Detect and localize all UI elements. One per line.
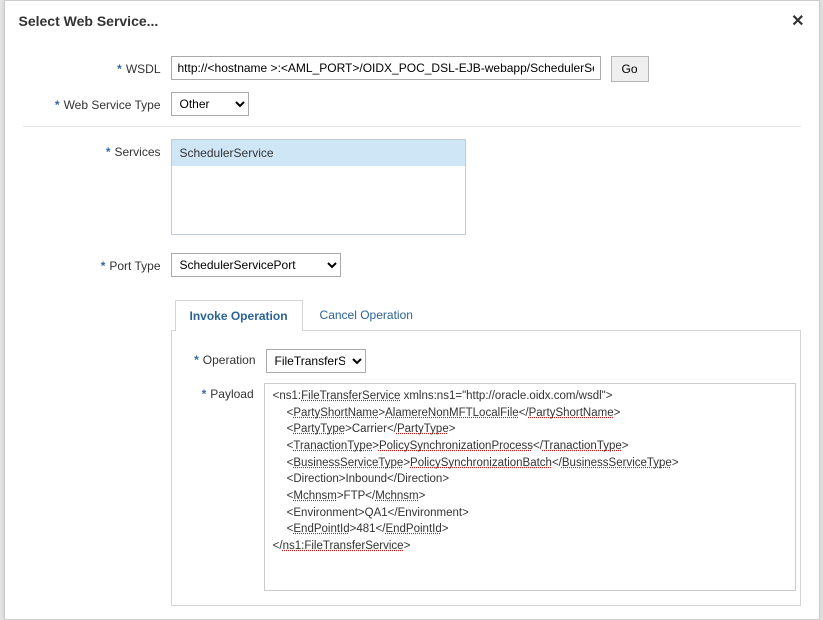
operation-label-text: Operation [203,353,256,367]
web-service-type-select[interactable]: Other [171,92,249,116]
dialog-titlebar: Select Web Service... ✕ [5,1,819,44]
tab-body-invoke: * Operation FileTransferService *Payload … [171,331,801,606]
close-icon[interactable]: ✕ [791,11,804,31]
payload-line: <EndPointId>481</EndPointId> [273,521,787,538]
port-type-label-text: Port Type [109,259,160,273]
port-type-select[interactable]: SchedulerServicePort [171,253,341,277]
required-marker: * [202,387,207,401]
payload-label-text: Payload [210,387,253,401]
operation-row: * Operation FileTransferService [176,349,796,373]
tab-cancel-operation[interactable]: Cancel Operation [305,299,428,330]
port-type-row: *Port Type SchedulerServicePort [23,253,801,277]
payload-line: <Direction>Inbound</Direction> [273,471,787,488]
payload-row: *Payload <ns1:FileTransferService xmlns:… [176,383,796,591]
dialog-title: Select Web Service... [19,13,159,29]
payload-line: <Mchnsm>FTP</Mchnsm> [273,488,787,505]
select-web-service-dialog: Select Web Service... ✕ * WSDL Go * Web Se… [4,0,820,620]
payload-line: <BusinessServiceType>PolicySynchronizati… [273,455,787,472]
payload-textarea[interactable]: <ns1:FileTransferService xmlns:ns1="http… [264,383,796,591]
go-button[interactable]: Go [611,56,649,82]
services-label: *Services [23,139,171,159]
payload-line: </ns1:FileTransferService> [273,540,411,552]
operation-label: * Operation [176,349,266,367]
separator [23,126,801,127]
wsdl-label: * WSDL [23,56,171,76]
operation-tabs: Invoke Operation Cancel Operation * Opera… [171,299,801,606]
payload-line: <TranactionType>PolicySynchronizationPro… [273,438,787,455]
web-service-type-label-text: Web Service Type [64,98,161,112]
required-marker: * [106,145,111,159]
tabstrip: Invoke Operation Cancel Operation [171,299,801,331]
payload-line: <PartyShortName>AlamereNonMFTLocalFile</… [273,405,787,422]
payload-line: <PartyType>Carrier</PartyType> [273,421,787,438]
payload-line: <ns1:FileTransferService xmlns:ns1="http… [273,390,613,402]
wsdl-label-text: WSDL [126,62,161,76]
wsdl-row: * WSDL Go [23,56,801,82]
operation-select[interactable]: FileTransferService [266,349,366,373]
required-marker: * [194,353,199,367]
web-service-type-label: * Web Service Type [23,92,171,112]
services-listbox[interactable]: SchedulerService [171,139,466,235]
services-label-text: Services [114,145,160,159]
port-type-label: *Port Type [23,253,171,273]
dialog-body: *WSDL Go *Web Service Type Other *Servic… [5,44,819,606]
required-marker: * [101,259,106,273]
tab-invoke-operation[interactable]: Invoke Operation [175,300,303,331]
wsdl-input[interactable] [171,56,601,80]
required-marker: * [55,98,60,112]
services-row: *Services SchedulerService [23,139,801,235]
services-item-scheduler[interactable]: SchedulerService [172,140,465,166]
required-marker: * [117,62,122,76]
payload-label: *Payload [176,383,264,401]
payload-line: <Environment>QA1</Environment> [273,505,787,522]
web-service-type-row: * Web Service Type Other [23,92,801,116]
